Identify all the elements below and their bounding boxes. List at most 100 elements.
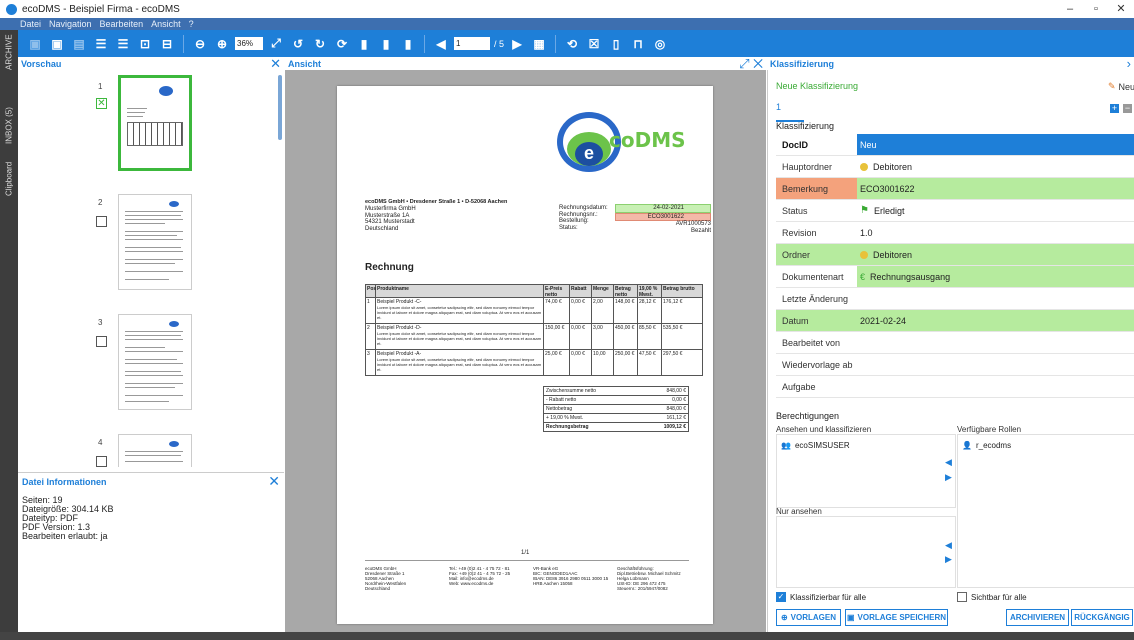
thumbnail-item[interactable]: 4	[18, 434, 284, 467]
fit-page-icon[interactable]: ⊡	[137, 36, 153, 52]
title-bar: ecoDMS - Beispiel Firma - ecoDMS – ▫ ✕	[0, 0, 1134, 18]
list-item[interactable]: 👤 r_ecodms	[962, 441, 1134, 450]
tab-inbox[interactable]: INBOX (5)	[1, 96, 17, 156]
move-left-icon[interactable]: ◀	[945, 540, 952, 551]
thumbnail-checkbox[interactable]	[96, 456, 107, 467]
thumbnail-item[interactable]: 1 ✕	[18, 74, 284, 194]
menu-navigation[interactable]: Navigation	[49, 19, 92, 29]
preview-scrollbar[interactable]	[278, 75, 282, 140]
zoom-field[interactable]: 36%	[235, 37, 263, 50]
new-button[interactable]: ✎ Neu	[1108, 81, 1134, 92]
bookmark-icon[interactable]: ▯	[608, 36, 624, 52]
save-icon[interactable]: ▣	[27, 36, 43, 52]
thumbnail-item[interactable]: 3	[18, 314, 284, 434]
file-info-editable: Bearbeiten erlaubt: ja	[22, 531, 108, 541]
new-icon: ✎	[1108, 81, 1116, 91]
classification-grid: DocID Neu Hauptordner Debitoren Bemerkun…	[776, 134, 1134, 398]
move-right-icon[interactable]: ▶	[945, 472, 952, 483]
lock-icon[interactable]: ⊓	[630, 36, 646, 52]
zoom-in-icon[interactable]: ⊕	[214, 36, 230, 52]
settings-icon[interactable]: ◎	[652, 36, 668, 52]
tab-archive[interactable]: ARCHIVE	[1, 34, 17, 70]
rotate-right-icon[interactable]: ↻	[312, 36, 328, 52]
field-bemerkung[interactable]: Bemerkung ECO3001622	[776, 178, 1134, 200]
new-classification-label: Neue Klassifizierung	[776, 81, 859, 91]
move-left-icon[interactable]: ◀	[945, 457, 952, 468]
templates-button[interactable]: ⊕ VORLAGEN	[776, 609, 841, 626]
add-tab-icon[interactable]: +	[1110, 104, 1119, 113]
preview-panel: 1 ✕ 2 3 4	[18, 70, 284, 467]
classifiable-all-checkbox[interactable]: ✓ Klassifizierbar für alle	[776, 592, 866, 602]
grid-view-icon[interactable]: ▦	[531, 36, 547, 52]
next-page-icon[interactable]: ▶	[509, 36, 525, 52]
field-docid[interactable]: DocID Neu	[776, 134, 1134, 156]
split-icon[interactable]: ☰	[93, 36, 109, 52]
thumbnail-page[interactable]	[118, 434, 192, 467]
bottom-bar	[0, 632, 1134, 640]
field-datum[interactable]: Datum 2021-02-24	[776, 310, 1134, 332]
collapse-classify-icon[interactable]: ›	[1127, 57, 1131, 70]
view-only-list[interactable]	[776, 516, 956, 588]
delete-page-icon[interactable]: ☒	[586, 36, 602, 52]
thumbnail-item[interactable]: 2	[18, 194, 284, 314]
archive-button[interactable]: ARCHIVIEREN	[1006, 609, 1069, 626]
undo-button[interactable]: RÜCKGÄNGIG	[1071, 609, 1133, 626]
page-add-icon[interactable]: ▮	[356, 36, 372, 52]
zoom-out-icon[interactable]: ⊖	[192, 36, 208, 52]
thumbnail-page[interactable]	[118, 194, 192, 290]
tab-clipboard[interactable]: Clipboard	[1, 156, 17, 202]
scan-icon[interactable]: ▤	[71, 36, 87, 52]
close-file-info-icon[interactable]: ✕	[268, 473, 280, 490]
refresh-icon[interactable]: ⟳	[334, 36, 350, 52]
menu-ansicht[interactable]: Ansicht	[151, 19, 181, 29]
document-viewer[interactable]: e coDMS ecoDMS GmbH • Dresdener Straße 1…	[285, 70, 766, 632]
field-hauptordner[interactable]: Hauptordner Debitoren	[776, 156, 1134, 178]
thumb-table	[127, 122, 183, 146]
remove-tab-icon[interactable]: −	[1123, 104, 1132, 113]
rotate-left-icon[interactable]: ↺	[290, 36, 306, 52]
visible-all-checkbox[interactable]: Sichtbar für alle	[957, 592, 1027, 602]
page-number-field[interactable]: 1	[454, 37, 490, 50]
available-roles-list[interactable]: 👤 r_ecodms	[957, 434, 1134, 588]
minimize-button[interactable]: –	[1057, 0, 1083, 18]
page-insert-icon[interactable]: ▮	[378, 36, 394, 52]
field-status[interactable]: Status ⚑ Erledigt	[776, 200, 1134, 222]
thumbnail-checkbox[interactable]: ✕	[96, 98, 107, 109]
field-aufgabe[interactable]: Aufgabe	[776, 376, 1134, 398]
zoom-fit-icon[interactable]: ⤢	[268, 36, 284, 52]
field-ordner[interactable]: Ordner Debitoren	[776, 244, 1134, 266]
rotate-page-icon[interactable]: ⟲	[564, 36, 580, 52]
list-item[interactable]: 👥 ecoSIMSUSER	[781, 441, 955, 450]
field-bearbeitet-von[interactable]: Bearbeitet von	[776, 332, 1134, 354]
save-as-icon[interactable]: ▣	[49, 36, 65, 52]
thumbnail-checkbox[interactable]	[96, 216, 107, 227]
field-dokumentenart[interactable]: Dokumentenart € Rechnungsausgang	[776, 266, 1134, 288]
close-button[interactable]: ✕	[1108, 0, 1134, 18]
thumbnail-checkbox[interactable]	[96, 336, 107, 347]
close-view-icon[interactable]: ⤢ ✕	[739, 57, 763, 70]
page-number: 1/1	[521, 550, 530, 556]
maximize-button[interactable]: ▫	[1083, 0, 1109, 18]
classification-tab[interactable]: 1	[776, 102, 804, 122]
save-template-button[interactable]: ▣ VORLAGE SPEICHERN	[845, 609, 948, 626]
field-letzte-aenderung[interactable]: Letzte Änderung	[776, 288, 1134, 310]
page-export-icon[interactable]: ▮	[400, 36, 416, 52]
thumbnail-page[interactable]	[118, 75, 192, 171]
view-classify-list[interactable]: 👥 ecoSIMSUSER	[776, 434, 956, 508]
move-right-icon[interactable]: ▶	[945, 554, 952, 565]
field-wiedervorlage[interactable]: Wiedervorlage ab	[776, 354, 1134, 376]
footer-company: ecoDMS GmbH Dresdener Straße 1 52068 Aac…	[365, 566, 407, 591]
merge-icon[interactable]: ☰	[115, 36, 131, 52]
ecodms-logo: e coDMS	[557, 112, 687, 172]
thumbnail-page[interactable]	[118, 314, 192, 410]
fit-width-icon[interactable]: ⊟	[159, 36, 175, 52]
menu-datei[interactable]: Datei	[20, 19, 41, 29]
footer-bank: VR-Bank eG BIC: GENODED1AAC IBAN: DE86 3…	[533, 566, 609, 586]
field-revision[interactable]: Revision 1.0	[776, 222, 1134, 244]
menu-help[interactable]: ?	[189, 19, 194, 29]
previous-page-icon[interactable]: ◀	[433, 36, 449, 52]
close-preview-icon[interactable]: ✕	[270, 57, 281, 70]
plus-circle-icon: ⊕	[780, 613, 788, 622]
flag-icon: ⚑	[860, 204, 869, 216]
menu-bearbeiten[interactable]: Bearbeiten	[100, 19, 144, 29]
